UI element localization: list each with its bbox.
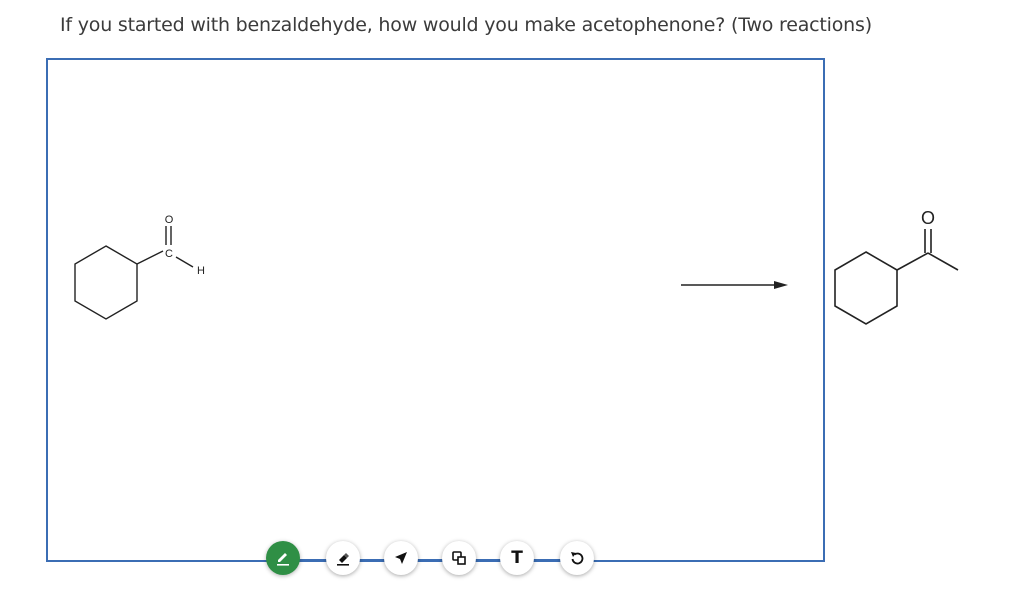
eraser-icon [337, 553, 349, 566]
reaction-drawing: O C H O [74, 208, 959, 325]
reactant-hydrogen-label: H [197, 265, 205, 277]
shapes-tool-button[interactable] [442, 541, 476, 575]
product-oxygen-label: O [921, 208, 935, 228]
undo-tool-button[interactable] [560, 541, 594, 575]
eraser-tool-button[interactable] [326, 541, 360, 575]
text-tool-button[interactable]: T [500, 541, 534, 575]
product-bond-ring-carbonyl [896, 252, 929, 271]
reactant-ring [74, 245, 138, 320]
reactant-structure [74, 226, 194, 320]
product-ring [834, 251, 898, 325]
shapes-icon [452, 551, 466, 565]
reactant-bond-aldehyde-h [175, 256, 194, 268]
select-tool-button[interactable] [384, 541, 418, 575]
reaction-arrow [681, 281, 788, 289]
reactant-bond-ring-carbonyl [136, 250, 164, 265]
drawing-toolbar: T [266, 538, 606, 578]
product-structure [834, 229, 959, 325]
arrow-pointer-icon [395, 552, 407, 564]
undo-icon [571, 552, 584, 565]
text-icon: T [511, 548, 523, 568]
reactant-oxygen-label: O [165, 214, 174, 226]
reactant-carbon-label: C [165, 248, 173, 260]
pencil-icon [277, 553, 289, 566]
product-bond-methyl [927, 252, 959, 271]
pencil-tool-button[interactable] [266, 541, 300, 575]
